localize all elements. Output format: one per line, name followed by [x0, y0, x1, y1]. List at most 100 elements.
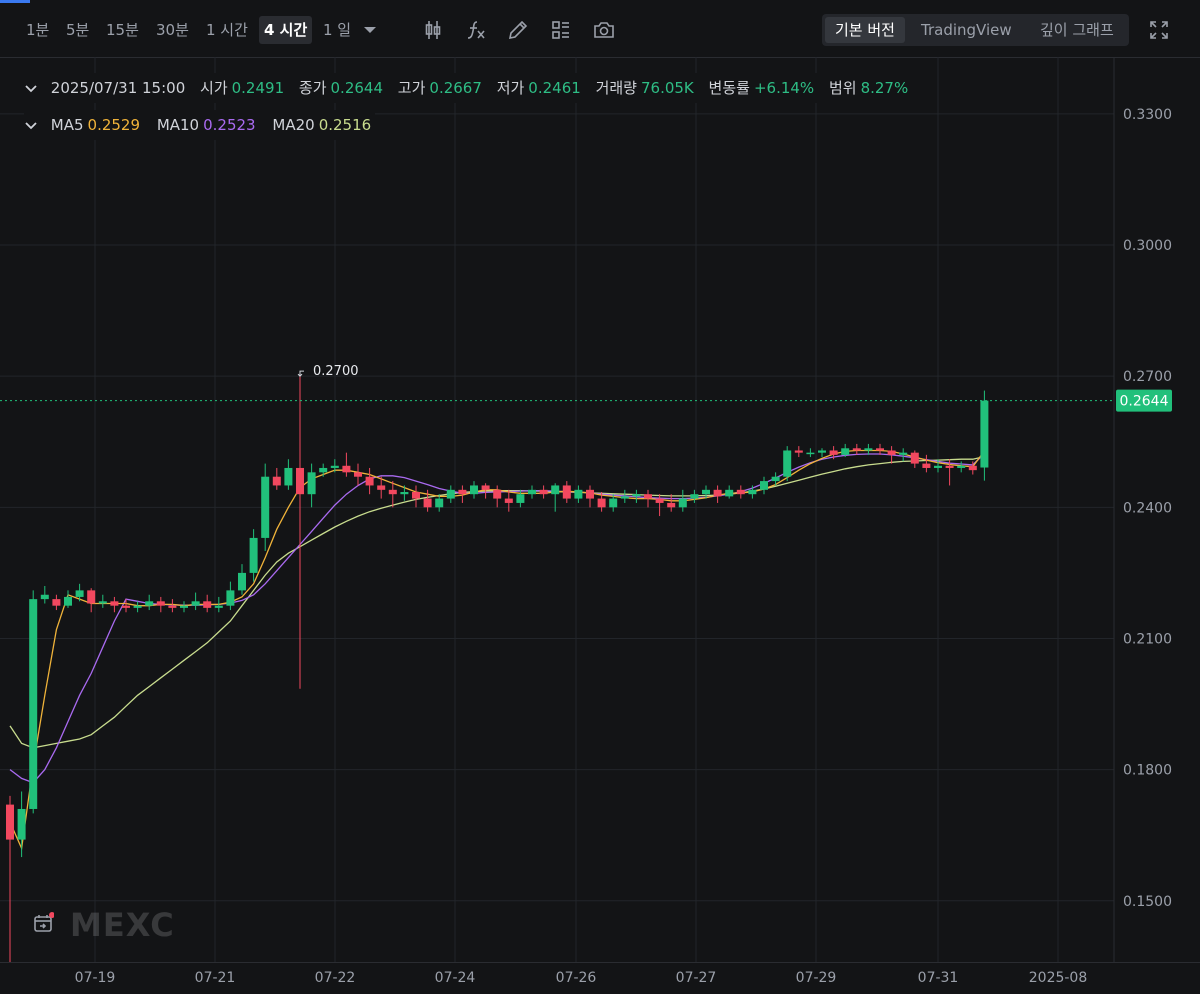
candle — [678, 489, 687, 512]
candle-body — [713, 489, 722, 497]
timeframe-15m[interactable]: 15분 — [101, 16, 144, 44]
candle-body — [806, 452, 815, 455]
range-value: 8.27% — [860, 79, 909, 97]
candle — [284, 459, 293, 490]
timeframe-30m[interactable]: 30분 — [151, 16, 194, 44]
x-axis-tick-label: 07-21 — [195, 970, 236, 986]
candle-body — [794, 450, 803, 453]
change-value: +6.14% — [753, 79, 815, 97]
timeframe-5m[interactable]: 5분 — [61, 16, 94, 44]
candle — [238, 564, 246, 595]
ma10-label: MA10 — [156, 116, 200, 134]
y-axis-tick-label: 0.1800 — [1123, 763, 1172, 779]
candle — [156, 596, 165, 613]
candle-body — [87, 590, 96, 604]
fx-icon[interactable] — [464, 18, 488, 42]
candle-body — [64, 596, 72, 606]
open-value: 0.2491 — [231, 79, 285, 97]
candle-body — [504, 498, 513, 503]
candle — [319, 463, 328, 477]
candle-body — [168, 605, 177, 608]
candle-body — [934, 465, 942, 468]
active-indicator — [0, 0, 30, 3]
candle-body — [354, 472, 362, 477]
chevron-down-icon[interactable] — [24, 82, 38, 96]
candle-body — [841, 448, 850, 455]
candle — [458, 485, 467, 503]
timeframe-1h[interactable]: 1 시간 — [201, 16, 253, 44]
candle-body — [760, 481, 768, 490]
timeframe-4h[interactable]: 4 시간 — [259, 16, 313, 44]
camera-icon[interactable] — [592, 18, 616, 42]
candle-body — [644, 494, 652, 499]
candle — [98, 594, 107, 608]
candle-body — [736, 489, 745, 495]
candle-body — [829, 450, 838, 455]
depth-chart-button[interactable]: 깊이 그래프 — [1030, 17, 1124, 43]
high-marker-label: 0.2700 — [313, 364, 359, 379]
candle-body — [180, 605, 188, 608]
calendar-icon[interactable] — [32, 912, 54, 934]
candle-body — [388, 489, 397, 495]
volume-label: 거래량 — [595, 79, 637, 97]
candle-body — [910, 452, 919, 464]
low-label: 저가 — [496, 79, 525, 97]
candle — [632, 489, 641, 503]
low-value: 0.2461 — [528, 79, 581, 97]
y-axis-tick-label: 0.3300 — [1123, 107, 1172, 123]
x-axis-tick-label: 2025-08 — [1029, 970, 1088, 986]
candle — [342, 452, 351, 477]
ma5-label: MA5 — [50, 116, 84, 134]
legend-datetime: 2025/07/31 15:00 — [50, 79, 186, 97]
candle — [493, 485, 502, 508]
layout-icon[interactable] — [549, 18, 573, 42]
basic-version-button[interactable]: 기본 버전 — [825, 17, 905, 43]
candle-body — [400, 492, 409, 495]
candle — [296, 376, 304, 689]
y-axis-tick-label: 0.3000 — [1123, 238, 1172, 254]
candle-body — [40, 594, 49, 600]
timeframe-1d[interactable]: 1 일 — [318, 16, 356, 44]
candle — [180, 601, 188, 613]
candle-body — [690, 494, 699, 499]
candle — [40, 586, 49, 604]
tradingview-button[interactable]: TradingView — [911, 17, 1022, 43]
pencil-icon[interactable] — [506, 18, 530, 42]
version-switcher: 기본 버전 TradingView 깊이 그래프 — [822, 14, 1129, 46]
candle-body — [852, 448, 861, 451]
timeframe-1m[interactable]: 1분 — [21, 16, 54, 44]
ma-legend: MA5 0.2529 MA10 0.2523 MA20 0.2516 — [24, 110, 376, 140]
candle — [887, 446, 896, 464]
candle — [87, 588, 96, 613]
candle-body — [330, 465, 339, 468]
candle — [249, 529, 258, 582]
candle-body — [17, 808, 26, 840]
candle-body — [342, 465, 351, 473]
candlestick-icon[interactable] — [421, 18, 445, 42]
candle-body — [238, 572, 246, 591]
candle — [122, 599, 130, 613]
price-chart[interactable]: 0.3300 0.3000 0.2700 0.2400 0.2100 0.1800 0.15… — [0, 57, 1200, 994]
fullscreen-icon[interactable] — [1147, 18, 1171, 42]
ohlc-legend: 2025/07/31 15:00 시가 0.2491 종가 0.2644 고가 0.2… — [24, 73, 913, 103]
candle — [29, 590, 38, 814]
candle-body — [122, 605, 130, 608]
y-axis-tick-label: 0.1500 — [1123, 894, 1172, 910]
candle — [261, 463, 270, 552]
x-axis-tick-label: 07-27 — [676, 970, 717, 986]
chevron-down-icon[interactable] — [24, 119, 38, 133]
candle — [713, 485, 722, 503]
candle — [957, 461, 966, 473]
candle-body — [52, 599, 61, 606]
candle-body — [284, 467, 293, 486]
candle — [365, 467, 374, 495]
candle-body — [922, 463, 931, 468]
chevron-down-icon[interactable] — [358, 18, 382, 42]
candle — [133, 601, 142, 613]
candle-body — [145, 601, 154, 606]
candle — [806, 448, 815, 458]
candle-body — [586, 489, 594, 499]
candle-body — [423, 498, 432, 508]
candle — [400, 485, 409, 501]
candle — [690, 489, 699, 503]
